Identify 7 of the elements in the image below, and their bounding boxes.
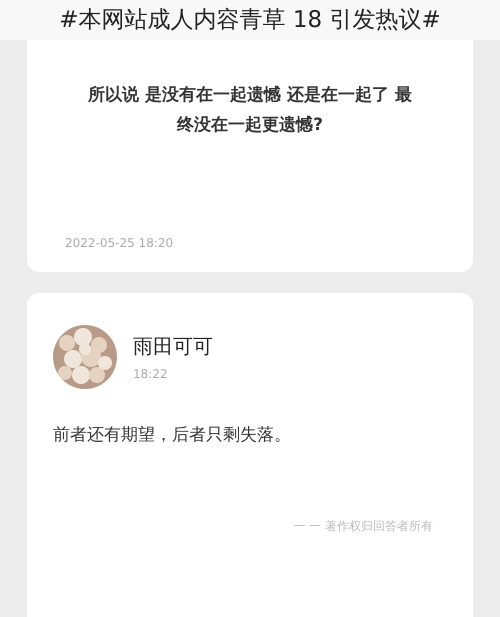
copyright-note: 一 一 著作权归回答者所有 xyxy=(293,518,433,532)
answer-time: 18:22 xyxy=(133,366,169,383)
question-text: 所以说 是没有在一起遗憾 还是在一起了 最终没在一起更遗憾? xyxy=(86,84,413,137)
post-date: 2022-05-25 18:20 xyxy=(64,235,174,252)
banner-title: #本网站成人内容青草 18 引发热议# xyxy=(59,6,441,35)
author-name[interactable]: 雨田可可 xyxy=(133,331,213,361)
answer-text: 前者还有期望，后者只剩失落。 xyxy=(53,424,292,447)
